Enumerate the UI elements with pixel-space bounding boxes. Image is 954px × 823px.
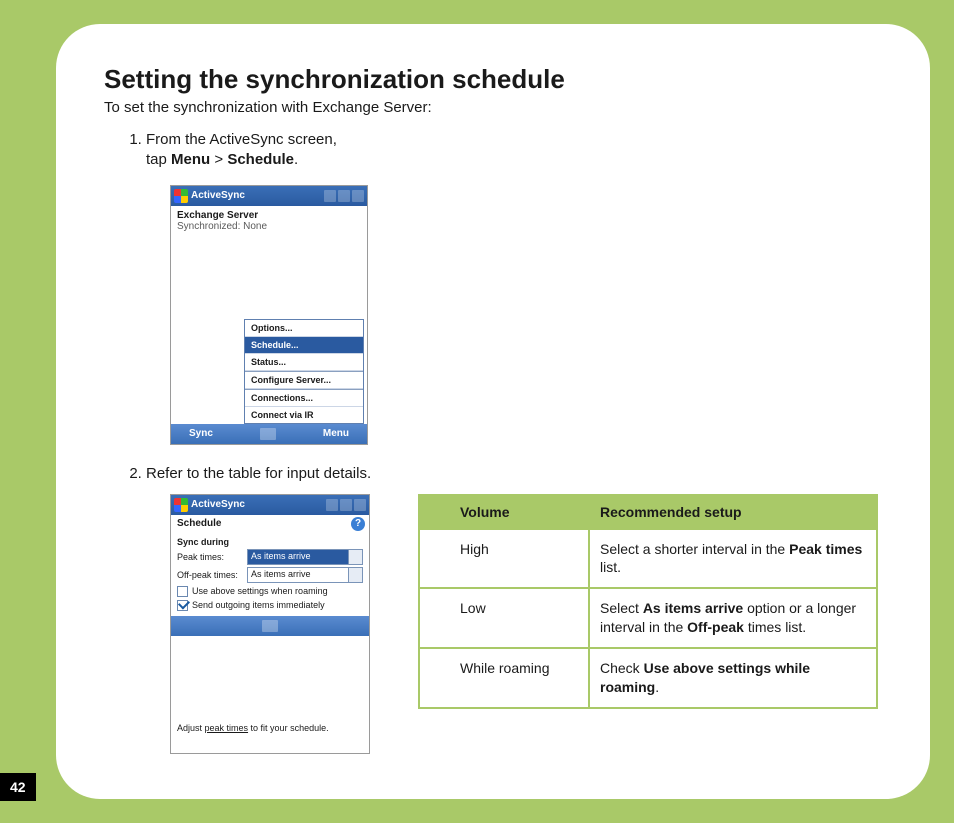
cell-volume-roaming: While roaming [419, 648, 589, 708]
menu-item-options[interactable]: Options... [245, 320, 363, 337]
close-icon[interactable] [352, 190, 364, 202]
peak-times-select[interactable]: As items arrive [247, 549, 363, 565]
step-1-menu: Menu [171, 151, 210, 168]
recommendation-table: Volume Recommended setup High Select a s… [418, 494, 878, 709]
peak-times-label: Peak times: [177, 552, 243, 562]
table-row: High Select a shorter interval in the Pe… [419, 529, 877, 589]
signal-icon[interactable] [324, 190, 336, 202]
cell-setup-roaming: Check Use above settings while roaming. [589, 648, 877, 708]
text: times list. [744, 619, 806, 635]
page-number-badge: 42 [0, 773, 36, 801]
footnote-suffix: to fit your schedule. [248, 723, 329, 733]
table-row: While roaming Check Use above settings w… [419, 648, 877, 708]
screenshot-schedule-form: ActiveSync Schedule ? Sync during [170, 494, 370, 754]
offpeak-times-label: Off-peak times: [177, 570, 243, 580]
text: list. [600, 559, 621, 575]
table-header-volume: Volume [419, 495, 589, 529]
volume-icon[interactable] [340, 499, 352, 511]
menu-item-configure-server[interactable]: Configure Server... [245, 372, 363, 389]
start-flag-icon[interactable] [174, 498, 188, 512]
exchange-server-label: Exchange Server [177, 210, 361, 221]
tray-icons [324, 190, 364, 202]
window-title: ActiveSync [191, 190, 321, 201]
cell-setup-high: Select a shorter interval in the Peak ti… [589, 529, 877, 589]
schedule-footnote: Adjust peak times to fit your schedule. [177, 723, 363, 733]
cell-volume-high: High [419, 529, 589, 589]
soft-key-bar [171, 616, 369, 636]
step-1-schedule: Schedule [227, 151, 294, 168]
text: Select a shorter interval in the [600, 541, 789, 557]
text: Check [600, 660, 644, 676]
schedule-subheader: Schedule [171, 515, 369, 529]
keyboard-icon[interactable] [260, 428, 276, 440]
table-row: Low Select As items arrive option or a l… [419, 588, 877, 648]
volume-icon[interactable] [338, 190, 350, 202]
softkey-menu[interactable]: Menu [323, 428, 349, 439]
cell-volume-low: Low [419, 588, 589, 648]
content-card: Setting the synchronization schedule To … [56, 24, 930, 799]
menu-item-schedule[interactable]: Schedule... [245, 337, 363, 354]
step-1-gt: > [210, 151, 227, 168]
roaming-checkbox[interactable] [177, 586, 188, 597]
window-title: ActiveSync [191, 499, 323, 510]
tray-icons [326, 499, 366, 511]
send-outgoing-label: Send outgoing items immediately [192, 600, 325, 610]
step-2-text: Refer to the table for input details. [146, 465, 371, 482]
step-2: Refer to the table for input details. Ac… [146, 465, 882, 754]
text: Select [600, 600, 643, 616]
menu-item-connect-ir[interactable]: Connect via IR [245, 407, 363, 423]
softkey-sync[interactable]: Sync [189, 428, 213, 439]
send-outgoing-checkbox[interactable] [177, 600, 188, 611]
menu-item-status[interactable]: Status... [245, 354, 363, 371]
intro-text: To set the synchronization with Exchange… [104, 99, 882, 116]
soft-key-bar: Sync Menu [171, 424, 367, 444]
window-titlebar: ActiveSync [171, 186, 367, 206]
window-titlebar: ActiveSync [171, 495, 369, 515]
peak-times-link[interactable]: peak times [205, 723, 249, 733]
start-flag-icon[interactable] [174, 189, 188, 203]
page-background: Setting the synchronization schedule To … [0, 0, 954, 823]
table-header-setup: Recommended setup [589, 495, 877, 529]
roaming-checkbox-label: Use above settings when roaming [192, 586, 328, 596]
footnote-prefix: Adjust [177, 723, 205, 733]
keyboard-icon[interactable] [262, 620, 278, 632]
context-menu: Options... Schedule... Status... Configu… [244, 319, 364, 424]
help-icon[interactable]: ? [351, 517, 365, 531]
signal-icon[interactable] [326, 499, 338, 511]
step-1-line1: From the ActiveSync screen, [146, 131, 337, 148]
sync-during-label: Sync during [177, 537, 363, 547]
page-title: Setting the synchronization schedule [104, 64, 882, 95]
ok-icon[interactable] [354, 499, 366, 511]
step-1: From the ActiveSync screen, tap Menu > S… [146, 130, 882, 445]
offpeak-times-select[interactable]: As items arrive [247, 567, 363, 583]
text: . [655, 679, 659, 695]
step-1-line2a: tap [146, 151, 171, 168]
screenshot-activesync-menu: ActiveSync Exchange Server Synchronized:… [170, 185, 368, 445]
bold-peak-times: Peak times [789, 541, 862, 557]
bold-as-items-arrive: As items arrive [643, 600, 743, 616]
step-list: From the ActiveSync screen, tap Menu > S… [128, 130, 882, 754]
menu-item-connections[interactable]: Connections... [245, 390, 363, 407]
step-1-period: . [294, 151, 298, 168]
cell-setup-low: Select As items arrive option or a longe… [589, 588, 877, 648]
bold-off-peak: Off-peak [687, 619, 744, 635]
sync-status-label: Synchronized: None [177, 221, 361, 232]
